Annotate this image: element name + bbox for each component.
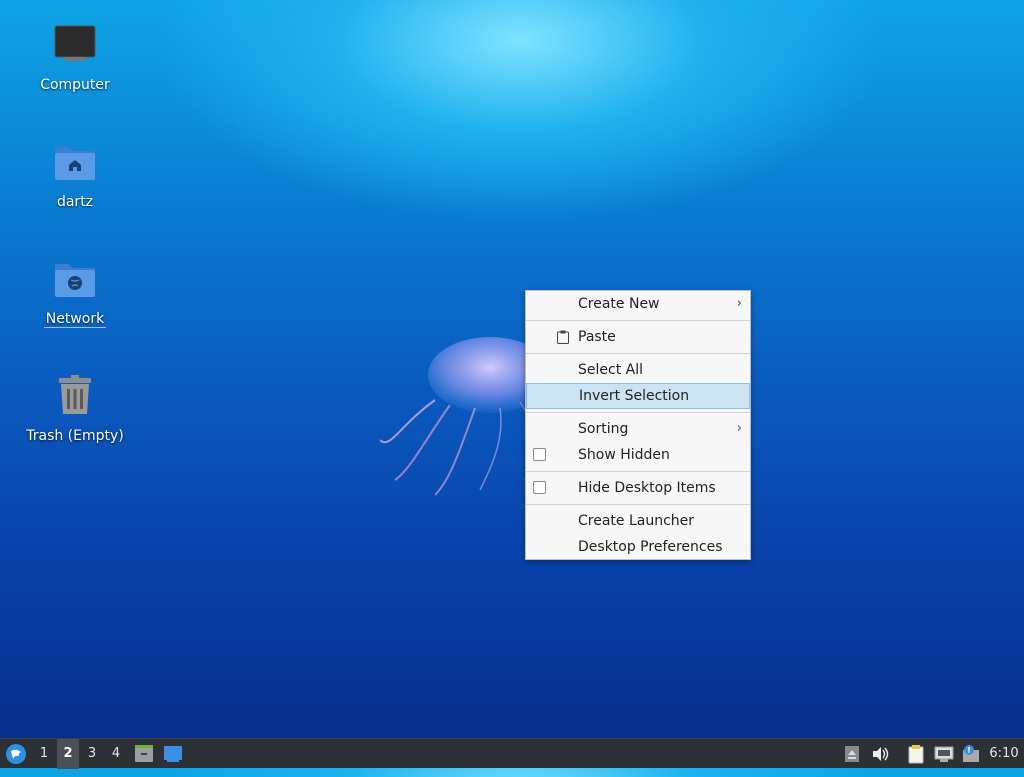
menu-separator: [526, 504, 750, 505]
desktop-icon-label: Computer: [40, 77, 110, 93]
menu-item-label: Create Launcher: [578, 513, 695, 529]
menu-item-label: Invert Selection: [579, 388, 690, 404]
workspace-3-button[interactable]: 3: [81, 739, 103, 769]
file-cabinet-icon: [135, 745, 153, 762]
trash-icon: [51, 373, 99, 421]
menu-item-label: Sorting: [578, 421, 629, 437]
updates-tray-button[interactable]: [959, 739, 983, 769]
clock[interactable]: 6:10: [986, 739, 1022, 769]
network-folder-icon: [51, 256, 99, 304]
desktop-icon-network[interactable]: Network: [15, 256, 135, 328]
menu-item-paste[interactable]: Paste: [526, 324, 750, 350]
eject-icon: [845, 746, 859, 762]
menu-separator: [526, 412, 750, 413]
update-notifier-icon: [963, 745, 979, 762]
clipboard-tray-button[interactable]: [905, 739, 927, 769]
menu-item-label: Select All: [578, 362, 643, 378]
chevron-right-icon: ›: [736, 296, 742, 311]
menu-item-select-all[interactable]: Select All: [526, 357, 750, 383]
show-desktop-button[interactable]: [161, 739, 185, 769]
taskbar: 1 2 3 4 6:10: [0, 738, 1024, 769]
menu-separator: [526, 353, 750, 354]
workspace-4-button[interactable]: 4: [105, 739, 127, 769]
menu-separator: [526, 471, 750, 472]
app-menu-logo-icon: [6, 744, 26, 764]
menu-item-desktop-preferences[interactable]: Desktop Preferences: [526, 534, 750, 560]
desktop-context-menu: Create New › Paste Select All Invert Sel…: [525, 290, 751, 560]
eject-tray-button[interactable]: [842, 739, 862, 769]
menu-item-label: Show Hidden: [578, 447, 670, 463]
hide-desktop-items-checkbox[interactable]: [533, 481, 546, 494]
volume-button[interactable]: [869, 739, 891, 769]
workspace-1-button[interactable]: 1: [33, 739, 55, 769]
menu-separator: [526, 320, 750, 321]
menu-item-label: Hide Desktop Items: [578, 480, 716, 496]
monitor-icon: [51, 22, 99, 70]
network-tray-button[interactable]: [932, 739, 956, 769]
network-connection-icon: [934, 746, 954, 762]
file-manager-launcher[interactable]: [132, 739, 156, 769]
menu-item-create-new[interactable]: Create New ›: [526, 291, 750, 317]
desktop-icon-label: dartz: [56, 194, 94, 210]
paste-icon: [557, 330, 569, 344]
menu-item-label: Create New: [578, 296, 660, 312]
desktop-icon-home[interactable]: dartz: [15, 139, 135, 210]
chevron-right-icon: ›: [736, 421, 742, 436]
desktop-icon-label: Network: [43, 311, 107, 328]
desktop-icon-computer[interactable]: Computer: [15, 22, 135, 93]
clipboard-icon: [908, 745, 924, 764]
workspace-2-button[interactable]: 2: [57, 739, 79, 769]
speaker-icon: [873, 747, 889, 761]
start-menu-button[interactable]: [2, 739, 30, 769]
menu-item-create-launcher[interactable]: Create Launcher: [526, 508, 750, 534]
show-hidden-checkbox[interactable]: [533, 448, 546, 461]
menu-item-label: Paste: [578, 329, 616, 345]
menu-item-sorting[interactable]: Sorting ›: [526, 416, 750, 442]
menu-item-invert-selection[interactable]: Invert Selection: [526, 383, 750, 409]
desktop-icon-trash[interactable]: Trash (Empty): [15, 373, 135, 444]
menu-item-label: Desktop Preferences: [578, 539, 723, 555]
menu-item-hide-desktop-items[interactable]: Hide Desktop Items: [526, 475, 750, 501]
menu-item-show-hidden[interactable]: Show Hidden: [526, 442, 750, 468]
desktop-icon: [164, 746, 182, 762]
home-folder-icon: [51, 139, 99, 187]
desktop-icon-label: Trash (Empty): [26, 428, 124, 444]
